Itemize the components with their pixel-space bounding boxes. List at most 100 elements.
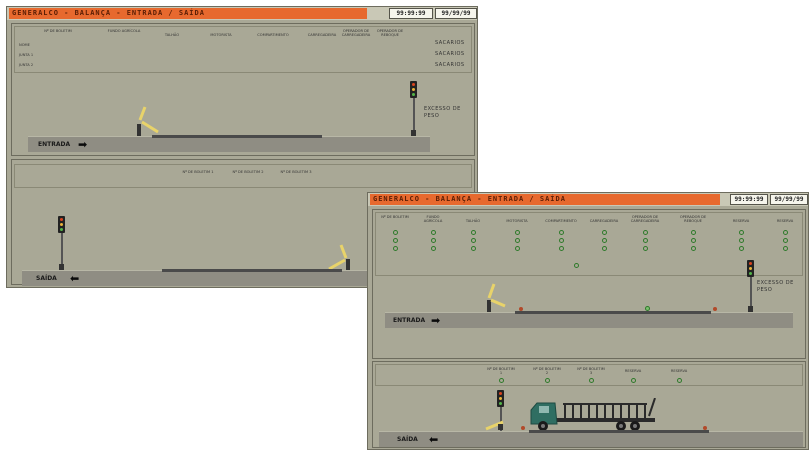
saida-column-header: Nº DE BOLETIM 3 [280, 170, 312, 174]
traffic-light-icon [58, 216, 65, 233]
title-bar: GENERALCO - BALANÇA - ENTRADA / SAÍDA 99… [368, 193, 808, 206]
indicator-led-icon [643, 230, 648, 235]
indicator-led-icon [545, 378, 550, 383]
saida-label: SAÍDA [36, 275, 57, 282]
indicator-led-icon [643, 238, 648, 243]
indicator-led-icon [739, 246, 744, 251]
window-title: GENERALCO - BALANÇA - ENTRADA / SAÍDA [9, 8, 367, 19]
excesso-peso-warning: EXCESSO DE PESO [757, 280, 794, 293]
indicator-led-icon [589, 378, 594, 383]
saida-column-header: Nº DE BOLETIM 2 [232, 170, 264, 174]
traffic-light-icon [410, 81, 417, 98]
traffic-light-icon [497, 390, 504, 407]
column-header: MOTORISTA [210, 33, 232, 37]
indicator-led-icon [783, 230, 788, 235]
entrada-panel: Nº DE BOLETIM FUNDO AGRÍCOLA TALHÃO MOTO… [11, 23, 475, 156]
arrow-left-icon: ⬅ [70, 272, 80, 285]
sacaria-label: SACARIOS [435, 62, 465, 68]
sacaria-label: SACARIOS [435, 40, 465, 46]
column-header: FUNDO AGRÍCOLA [107, 29, 141, 33]
column-header: OPERADOR DE REBOQUE [376, 29, 404, 37]
saida-boletim-frame: Nº DE BOLETIM 1 Nº DE BOLETIM 2 Nº DE BO… [375, 364, 803, 386]
saida-column-header: Nº DE BOLETIM 2 [533, 367, 561, 375]
indicator-led-icon [783, 238, 788, 243]
indicator-led-icon [515, 246, 520, 251]
traffic-light-icon [747, 260, 754, 277]
indicator-led-icon [515, 230, 520, 235]
clock-date: 99/99/99 [770, 194, 808, 205]
saida-column-header: Nº DE BOLETIM 3 [577, 367, 605, 375]
window-title: GENERALCO - BALANÇA - ENTRADA / SAÍDA [370, 194, 720, 205]
gate-barrier-icon [487, 283, 506, 308]
entrada-panel: Nº DE BOLETIM FUNDO AGRÍCOLA TALHÃO MOTO… [372, 209, 806, 359]
boletim-info-frame: Nº DE BOLETIM FUNDO AGRÍCOLA TALHÃO MOTO… [375, 212, 803, 276]
saida-column-header: Nº DE BOLETIM 1 [182, 170, 214, 174]
column-header: Nº DE BOLETIM [44, 29, 72, 33]
column-header: OPERADOR DE CARREGADEIRA [341, 29, 371, 37]
column-header: RESERVA [732, 219, 750, 223]
indicator-led-icon [471, 246, 476, 251]
gate-barrier-icon [328, 244, 348, 271]
title-bar: GENERALCO - BALANÇA - ENTRADA / SAÍDA 99… [7, 7, 477, 20]
pole-base [498, 424, 503, 430]
indicator-led-icon [515, 238, 520, 243]
indicator-led-icon [631, 378, 636, 383]
saida-panel: Nº DE BOLETIM 1 Nº DE BOLETIM 2 Nº DE BO… [372, 361, 806, 448]
column-header: COMPARTIMENTO [545, 219, 577, 223]
indicator-led-icon [471, 238, 476, 243]
boletim-info-frame: Nº DE BOLETIM FUNDO AGRÍCOLA TALHÃO MOTO… [14, 26, 472, 73]
indicator-led-icon [393, 238, 398, 243]
column-header: TALHÃO [465, 219, 481, 223]
scale-platform [162, 269, 342, 272]
column-header: MOTORISTA [506, 219, 528, 223]
gate-barrier-icon [138, 106, 159, 134]
column-header: OPERADOR DE REBOQUE [679, 215, 707, 223]
row-label: JUNTA 1 [19, 53, 34, 57]
truck-icon [530, 398, 656, 431]
scale-platform [529, 430, 709, 433]
indicator-led-icon [643, 246, 648, 251]
excesso-peso-warning: EXCESSO DE PESO [424, 106, 461, 119]
indicator-led-icon [739, 238, 744, 243]
column-header: Nº DE BOLETIM [381, 215, 409, 219]
indicator-led-icon [739, 230, 744, 235]
sacaria-label: SACARIOS [435, 51, 465, 57]
entrada-label: ENTRADA [38, 141, 71, 148]
indicator-led-icon [393, 230, 398, 235]
sensor-icon [521, 426, 525, 430]
sensor-icon [713, 307, 717, 311]
saida-track: SAÍDA ⬅ [379, 430, 803, 447]
saida-boletim-frame: Nº DE BOLETIM 1 Nº DE BOLETIM 2 Nº DE BO… [14, 164, 472, 188]
column-header: COMPARTIMENTO [257, 33, 289, 37]
indicator-led-icon [393, 246, 398, 251]
indicator-led-icon [499, 378, 504, 383]
arrow-left-icon: ⬅ [429, 433, 439, 446]
indicator-led-icon [574, 263, 579, 268]
indicator-led-icon [691, 246, 696, 251]
clock-date: 99/99/99 [435, 8, 477, 19]
column-header: CARREGADEIRA [589, 219, 619, 223]
scale-platform [152, 135, 322, 138]
entrada-track: ENTRADA ➡ [28, 135, 430, 152]
indicator-led-icon [559, 246, 564, 251]
clock-time: 99:99:99 [389, 8, 433, 19]
indicator-led-icon [691, 230, 696, 235]
clock-time: 99:99:99 [730, 194, 768, 205]
column-header: OPERADOR DE CARREGADEIRA [630, 215, 660, 223]
front-window: GENERALCO - BALANÇA - ENTRADA / SAÍDA 99… [367, 192, 809, 450]
indicator-led-icon [431, 246, 436, 251]
arrow-right-icon: ➡ [78, 138, 88, 151]
saida-column-header: Nº DE BOLETIM 1 [487, 367, 515, 375]
column-header: FUNDO AGRÍCOLA [423, 215, 443, 223]
indicator-led-icon [783, 246, 788, 251]
indicator-led-icon [602, 238, 607, 243]
indicator-led-icon [471, 230, 476, 235]
indicator-led-icon [677, 378, 682, 383]
saida-column-header: RESERVA [624, 369, 642, 373]
saida-column-header: RESERVA [670, 369, 688, 373]
scale-platform [515, 311, 711, 314]
column-header: TALHÃO [164, 33, 180, 37]
row-label: JUNTA 2 [19, 63, 34, 67]
arrow-right-icon: ➡ [431, 314, 441, 327]
column-header: RESERVA [776, 219, 794, 223]
